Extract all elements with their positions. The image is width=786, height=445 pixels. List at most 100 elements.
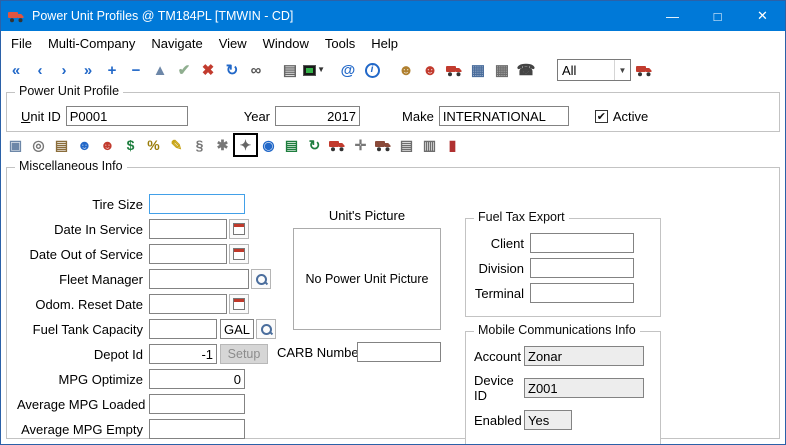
client-input[interactable] bbox=[530, 233, 634, 253]
unit-id-input[interactable] bbox=[66, 106, 188, 126]
red-book-icon[interactable]: ▮ bbox=[442, 135, 463, 155]
groups-icon[interactable]: ☻ bbox=[74, 135, 95, 155]
menu-window[interactable]: Window bbox=[255, 33, 317, 54]
unit-photo-icon[interactable]: ▣ bbox=[5, 135, 26, 155]
menu-navigate[interactable]: Navigate bbox=[143, 33, 210, 54]
terminal-label: Terminal bbox=[474, 286, 530, 301]
fleet-manager-input[interactable] bbox=[149, 269, 249, 289]
report-icon[interactable]: ▥ bbox=[419, 135, 440, 155]
fuel-tank-capacity-input[interactable] bbox=[149, 319, 217, 339]
next-record-icon[interactable]: › bbox=[53, 59, 75, 81]
phone-icon[interactable]: ☎ bbox=[515, 59, 537, 81]
misc-right-column: Fuel Tax Export Client Division Terminal… bbox=[465, 218, 661, 445]
screen-view-icon[interactable]: ▼ bbox=[303, 59, 325, 81]
menu-multi-company[interactable]: Multi-Company bbox=[40, 33, 143, 54]
truck-icon[interactable] bbox=[443, 59, 465, 81]
license-icon[interactable]: ▤ bbox=[51, 135, 72, 155]
workstation-icon[interactable]: ▦ bbox=[467, 59, 489, 81]
depot-id-input[interactable] bbox=[149, 344, 217, 364]
account-input[interactable] bbox=[524, 346, 644, 366]
odom-reset-date-calendar-button[interactable] bbox=[229, 294, 249, 314]
fuel-unit-lookup-button[interactable] bbox=[256, 319, 276, 339]
menu-help[interactable]: Help bbox=[363, 33, 406, 54]
window-controls: — □ ✕ bbox=[650, 1, 785, 31]
delete-record-icon[interactable]: − bbox=[125, 59, 147, 81]
save-icon[interactable]: ✔ bbox=[173, 59, 195, 81]
document-icon[interactable]: ▤ bbox=[396, 135, 417, 155]
binoculars-icon[interactable]: ∞ bbox=[245, 59, 267, 81]
menu-tools[interactable]: Tools bbox=[317, 33, 363, 54]
fleet-manager-lookup-button[interactable] bbox=[251, 269, 271, 289]
fuel-tank-capacity-label: Fuel Tank Capacity bbox=[17, 322, 149, 337]
menu-view[interactable]: View bbox=[211, 33, 255, 54]
unit-filter-select[interactable]: All▼ bbox=[557, 59, 631, 81]
maximize-button[interactable]: □ bbox=[695, 1, 740, 31]
avg-mpg-loaded-input[interactable] bbox=[149, 394, 245, 414]
pencil-notes-icon[interactable]: ✎ bbox=[166, 135, 187, 155]
info-icon[interactable]: i bbox=[361, 59, 383, 81]
cancel-icon[interactable]: ✖ bbox=[197, 59, 219, 81]
group-caption: Miscellaneous Info bbox=[15, 159, 127, 173]
date-out-of-service-calendar-button[interactable] bbox=[229, 244, 249, 264]
form-row: Fleet Manager bbox=[17, 269, 276, 289]
accounting-icon[interactable]: % bbox=[143, 135, 164, 155]
green-report-icon[interactable]: ▤ bbox=[281, 135, 302, 155]
form-row: Client bbox=[474, 233, 652, 253]
odom-reset-date-label: Odom. Reset Date bbox=[17, 297, 149, 312]
minimize-button[interactable]: — bbox=[650, 1, 695, 31]
add-record-icon[interactable]: + bbox=[101, 59, 123, 81]
group-caption: Power Unit Profile bbox=[15, 84, 123, 98]
make-input[interactable] bbox=[439, 106, 569, 126]
device-id-input[interactable] bbox=[524, 378, 644, 398]
carb-number-label: CARB Number bbox=[277, 345, 357, 360]
driver-assign-icon[interactable]: ☻ bbox=[97, 135, 118, 155]
computer-icon[interactable]: ▦ bbox=[491, 59, 513, 81]
unit-picture-box: No Power Unit Picture bbox=[293, 228, 441, 330]
depot-setup-button[interactable]: Setup bbox=[220, 344, 268, 364]
menu-file[interactable]: File bbox=[3, 33, 40, 54]
expenses-icon[interactable]: $ bbox=[120, 135, 141, 155]
tire-size-input[interactable] bbox=[149, 194, 245, 214]
driver-icon[interactable]: ☻ bbox=[395, 59, 417, 81]
date-out-of-service-input[interactable] bbox=[149, 244, 227, 264]
misc-middle-column: Unit's Picture No Power Unit Picture CAR… bbox=[277, 208, 449, 362]
year-input[interactable] bbox=[275, 106, 360, 126]
last-record-icon[interactable]: » bbox=[77, 59, 99, 81]
mpg-optimize-input[interactable] bbox=[149, 369, 245, 389]
refresh-icon[interactable]: ↻ bbox=[221, 59, 243, 81]
close-button[interactable]: ✕ bbox=[740, 1, 785, 31]
app-window: Power Unit Profiles @ TM184PL [TMWIN - C… bbox=[0, 0, 786, 445]
truck-service-icon[interactable] bbox=[327, 135, 348, 155]
terminal-input[interactable] bbox=[530, 283, 634, 303]
form-row: Date In Service bbox=[17, 219, 276, 239]
mpg-optimize-label: MPG Optimize bbox=[17, 372, 149, 387]
odom-reset-date-input[interactable] bbox=[149, 294, 227, 314]
calendar-icon bbox=[233, 248, 245, 260]
misc-info-icon[interactable]: ✦ bbox=[235, 135, 256, 155]
collapse-icon[interactable]: ▲ bbox=[149, 59, 171, 81]
group-caption: Fuel Tax Export bbox=[474, 210, 569, 224]
carb-number-input[interactable] bbox=[357, 342, 441, 362]
wrench-icon[interactable]: ✛ bbox=[350, 135, 371, 155]
division-input[interactable] bbox=[530, 258, 634, 278]
unit-picture-label: Unit's Picture bbox=[293, 208, 441, 223]
personnel-icon[interactable]: ☻ bbox=[419, 59, 441, 81]
previous-record-icon[interactable]: ‹ bbox=[29, 59, 51, 81]
date-in-service-input[interactable] bbox=[149, 219, 227, 239]
first-record-icon[interactable]: « bbox=[5, 59, 27, 81]
dropdown-arrow-icon[interactable]: ▼ bbox=[614, 60, 630, 80]
keys-icon[interactable]: § bbox=[189, 135, 210, 155]
main-toolbar: «‹›»+−▲✔✖↻∞▤▼@i☻☻▦▦☎All▼ bbox=[1, 56, 785, 84]
power-unit-icon[interactable] bbox=[633, 59, 655, 81]
avg-mpg-empty-input[interactable] bbox=[149, 419, 245, 439]
trailer-icon[interactable] bbox=[373, 135, 394, 155]
print-icon[interactable]: ▤ bbox=[279, 59, 301, 81]
search-icon[interactable]: ◎ bbox=[28, 135, 49, 155]
eye-icon[interactable]: ◉ bbox=[258, 135, 279, 155]
maintenance-icon[interactable]: ✱ bbox=[212, 135, 233, 155]
recycle-icon[interactable]: ↻ bbox=[304, 135, 325, 155]
email-icon[interactable]: @ bbox=[337, 59, 359, 81]
enabled-input[interactable] bbox=[524, 410, 572, 430]
active-checkbox[interactable] bbox=[595, 110, 608, 123]
date-in-service-calendar-button[interactable] bbox=[229, 219, 249, 239]
